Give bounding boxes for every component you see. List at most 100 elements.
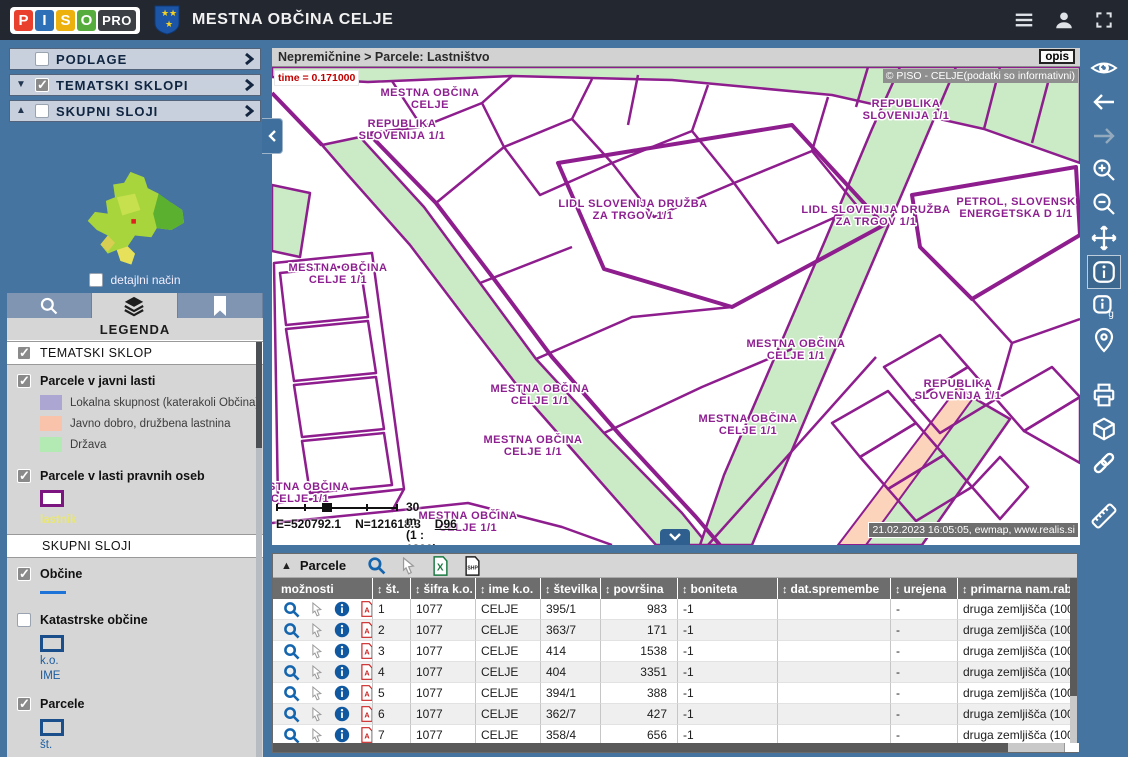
row-pdf-button[interactable]: A (356, 706, 373, 723)
measure-button[interactable] (1087, 499, 1121, 533)
row-zoom-to-button[interactable] (281, 706, 302, 723)
legend-scrollbar[interactable] (256, 342, 262, 757)
col-header-ime-ko[interactable]: ime k.o. (476, 578, 541, 599)
row-select-button[interactable] (306, 601, 327, 618)
row-pdf-button[interactable]: A (356, 664, 373, 681)
piso-logo[interactable]: P I S O PRO (10, 7, 140, 34)
locate-button[interactable] (1087, 323, 1121, 357)
export-shp-button[interactable]: SHP (460, 556, 484, 576)
row-info-button[interactable] (331, 727, 352, 744)
row-info-button[interactable] (331, 685, 352, 702)
datum-link[interactable]: D96 (435, 517, 457, 531)
col-header-moznosti[interactable]: možnosti (273, 578, 373, 599)
info-gurs-button[interactable]: g (1087, 289, 1121, 323)
podlage-checkbox[interactable] (35, 52, 49, 66)
svg-text:★: ★ (161, 8, 169, 18)
row-info-button[interactable] (331, 706, 352, 723)
row-pdf-button[interactable]: A (356, 601, 373, 618)
cell-primarna: druga zemljišča (100% (958, 620, 1072, 641)
info-tool-button[interactable] (1087, 255, 1121, 289)
col-header-sifra-ko[interactable]: šifra k.o. (411, 578, 476, 599)
parcele-checkbox[interactable] (17, 697, 31, 711)
col-header-dat-spremembe[interactable]: dat.spremembe (778, 578, 891, 599)
row-info-button[interactable] (331, 643, 352, 660)
row-pdf-button[interactable]: A (356, 643, 373, 660)
row-info-button[interactable] (331, 664, 352, 681)
table-select-button[interactable] (396, 556, 420, 576)
cell-povrsina: 171 (601, 620, 678, 641)
col-header-primarna[interactable]: primarna nam.rab (958, 578, 1072, 599)
triangle-down-icon[interactable]: ▼ (16, 80, 28, 90)
row-pdf-button[interactable]: A (356, 685, 373, 702)
col-header-povrsina[interactable]: površina (601, 578, 678, 599)
zoom-in-button[interactable] (1087, 153, 1121, 187)
overview-minimap[interactable] (72, 170, 198, 270)
skupni-checkbox[interactable] (35, 104, 49, 118)
row-select-button[interactable] (306, 685, 327, 702)
scale-ratio-link[interactable]: 1890 (406, 542, 433, 545)
tab-bookmarks[interactable] (178, 293, 263, 318)
table-vertical-scrollbar[interactable] (1070, 578, 1077, 746)
col-header-st[interactable]: št. (373, 578, 411, 599)
tab-layers[interactable] (92, 293, 177, 318)
pdf-icon: A (360, 706, 374, 722)
share-link-button[interactable] (1087, 446, 1121, 480)
menu-icon[interactable] (1012, 8, 1036, 32)
opis-button[interactable]: opis (1039, 49, 1075, 64)
katastrske-checkbox[interactable] (17, 613, 31, 627)
row-zoom-to-button[interactable] (281, 601, 302, 618)
row-info-button[interactable] (331, 622, 352, 639)
row-select-button[interactable] (306, 622, 327, 639)
col-header-stevilka[interactable]: številka (541, 578, 601, 599)
detail-mode-checkbox[interactable] (89, 273, 103, 287)
pan-button[interactable] (1087, 221, 1121, 255)
accordion-tematski-sklopi[interactable]: ▼ TEMATSKI SKLOPI (9, 74, 261, 96)
print-button[interactable] (1087, 378, 1121, 412)
user-icon[interactable] (1052, 8, 1076, 32)
cell-st: 1 (373, 599, 411, 620)
cell-povrsina: 3351 (601, 662, 678, 683)
cell-st: 3 (373, 641, 411, 662)
row-zoom-to-button[interactable] (281, 664, 302, 681)
info-circle-icon (334, 601, 350, 617)
tab-search[interactable] (7, 293, 92, 318)
accordion-podlage[interactable]: PODLAGE (9, 48, 261, 70)
row-pdf-button[interactable]: A (356, 727, 373, 744)
detail-mode-row: detajlni način (0, 273, 270, 287)
row-select-button[interactable] (306, 727, 327, 744)
public-parcels-checkbox[interactable] (17, 374, 31, 388)
triangle-up-icon[interactable]: ▲ (16, 106, 28, 116)
row-select-button[interactable] (306, 706, 327, 723)
row-zoom-to-button[interactable] (281, 643, 302, 660)
legal-parcels-checkbox[interactable] (17, 469, 31, 483)
sidebar-collapse-button[interactable] (262, 118, 283, 154)
row-select-button[interactable] (306, 643, 327, 660)
table-search-button[interactable] (364, 556, 388, 576)
map-viewport[interactable]: MESTNA OBČINACELJEREPUBLIKASLOVENIJA 1/1… (272, 67, 1080, 545)
row-select-button[interactable] (306, 664, 327, 681)
row-zoom-to-button[interactable] (281, 727, 302, 744)
row-zoom-to-button[interactable] (281, 622, 302, 639)
col-header-urejena[interactable]: urejena (891, 578, 958, 599)
fullscreen-icon[interactable] (1092, 8, 1116, 32)
identify-eye-button[interactable] (1087, 51, 1121, 85)
collapse-table-icon[interactable]: ▲ (281, 560, 292, 572)
history-forward-button[interactable] (1087, 119, 1121, 153)
timestamp-chip: 21.02.2023 16:05:05, ewmap, www.realis.s… (869, 523, 1078, 537)
row-zoom-to-button[interactable] (281, 685, 302, 702)
zoom-out-button[interactable] (1087, 187, 1121, 221)
tematski-checkbox[interactable] (35, 78, 49, 92)
export-excel-button[interactable]: X (428, 556, 452, 576)
col-header-boniteta[interactable]: boniteta (678, 578, 778, 599)
tematski-sklop-checkbox[interactable] (17, 346, 31, 360)
row-info-button[interactable] (331, 601, 352, 618)
obcine-checkbox[interactable] (17, 567, 31, 581)
map-collapse-button[interactable] (660, 529, 690, 545)
cell-urejena: - (891, 620, 958, 641)
accordion-skupni-sloji[interactable]: ▲ SKUPNI SLOJI (9, 100, 261, 122)
view-3d-button[interactable] (1087, 412, 1121, 446)
history-back-button[interactable] (1087, 85, 1121, 119)
table-horizontal-scrollbar[interactable] (273, 743, 1072, 752)
chevron-right-icon (244, 78, 254, 92)
row-pdf-button[interactable]: A (356, 622, 373, 639)
